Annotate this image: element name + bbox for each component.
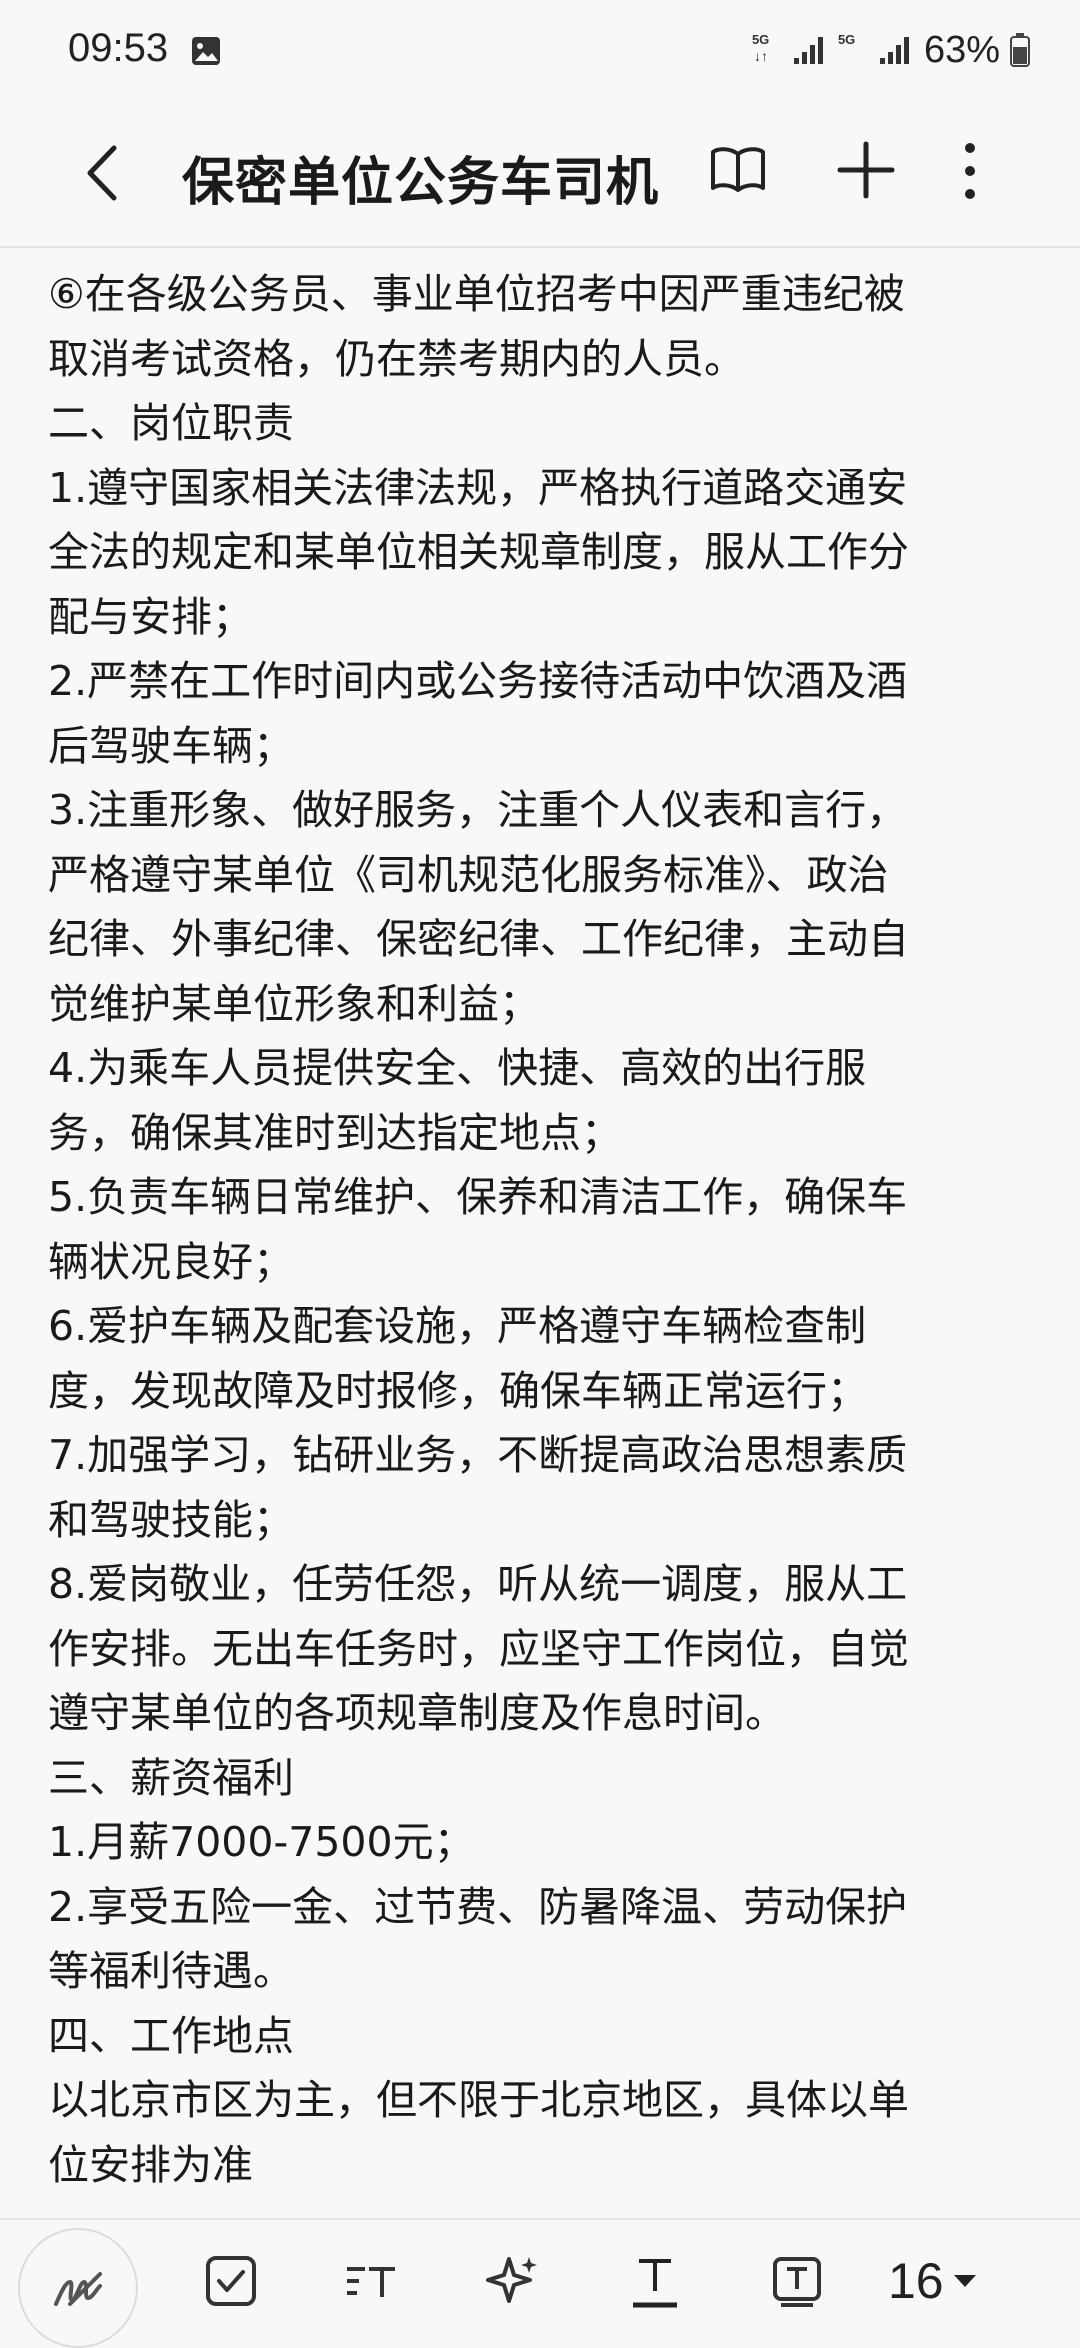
note-line: ⑥在各级公务员、事业单位招考中因严重违纪被 <box>48 270 905 318</box>
ai-sparkle-icon <box>486 2257 537 2303</box>
scrolled-line-remnant <box>48 240 1033 262</box>
status-time: 09:53 <box>68 26 169 70</box>
dropdown-arrow-icon <box>953 2275 976 2287</box>
note-line: 三、薪资福利 <box>48 1753 294 1802</box>
text-style-icon <box>633 2259 677 2308</box>
note-body[interactable]: ⑥在各级公务员、事业单位招考中因严重违纪被 取消考试资格，仍在禁考期内的人员。 二、… <box>48 240 1033 2200</box>
editor-toolbar: 16 <box>0 2218 1080 2348</box>
note-line: 4.为乘车人员提供安全、快捷、高效的出行服 <box>48 1044 867 1092</box>
network-type-5g: 5G ↓↑ <box>751 32 770 64</box>
text-style-button[interactable] <box>618 2244 692 2318</box>
note-line: 和驾驶技能； <box>48 1495 294 1544</box>
back-arrow-icon[interactable] <box>74 138 134 208</box>
note-title: 保密单位公务车司机 <box>182 153 660 213</box>
note-line: 位安排为准 <box>48 2140 253 2189</box>
note-line: 2.严禁在工作时间内或公务接待活动中饮酒及酒 <box>48 657 908 705</box>
status-bar: 09:53 5G ↓↑ 5G 63% <box>0 0 1080 100</box>
note-line: 等福利待遇。 <box>48 1947 294 1995</box>
network-type-5g-2: 5G <box>837 32 856 47</box>
note-line: 二、岗位职责 <box>48 399 294 447</box>
status-icons: 5G ↓↑ 5G 63% <box>752 28 1030 72</box>
note-line: 遵守某单位的各项规章制度及作息时间。 <box>48 1689 786 1737</box>
signal-icon <box>879 37 909 64</box>
gallery-icon <box>192 37 220 65</box>
note-line: 作安排。无出车任务时，应坚守工作岗位，自觉 <box>48 1624 909 1673</box>
note-line: 取消考试资格，仍在禁考期内的人员。 <box>48 334 745 383</box>
note-line: 全法的规定和某单位相关规章制度，服从工作分 <box>48 528 909 576</box>
text-format-icon <box>347 2267 395 2297</box>
note-line: 2.享受五险一金、过节费、防暑降温、劳动保护 <box>48 1882 908 1931</box>
note-line: 度，发现故障及时报修，确保车辆正常运行； <box>48 1366 868 1415</box>
note-header: 保密单位公务车司机 <box>0 100 1080 248</box>
note-line: 后驾驶车辆； <box>48 721 294 770</box>
ai-assist-button[interactable] <box>476 2244 550 2318</box>
handwriting-button[interactable] <box>18 2228 138 2348</box>
note-text: ⑥在各级公务员、事业单位招考中因严重违纪被 取消考试资格，仍在禁考期内的人员。 二、… <box>48 262 1033 2197</box>
note-line: 纪律、外事纪律、保密纪律、工作纪律，主动自 <box>48 915 909 963</box>
note-line: 严格遵守某单位《司机规范化服务标准》、政治 <box>48 850 889 899</box>
note-line: 以北京市区为主，但不限于北京地区，具体以单 <box>48 2076 909 2124</box>
signal-icon <box>793 37 823 64</box>
note-line: 辆状况良好； <box>48 1237 294 1286</box>
font-size-value: 16 <box>888 2253 944 2309</box>
more-vertical-icon[interactable] <box>950 136 990 206</box>
note-line: 务，确保其准时到达指定地点； <box>48 1108 622 1157</box>
note-line: 四、工作地点 <box>48 2011 294 2060</box>
reader-mode-icon[interactable] <box>708 140 768 200</box>
note-line: 配与安排； <box>48 592 253 641</box>
plus-icon[interactable] <box>834 138 898 202</box>
checklist-button[interactable] <box>194 2244 268 2318</box>
note-line: 6.爱护车辆及配套设施，严格遵守车辆检查制 <box>48 1302 867 1350</box>
font-size-selector[interactable]: 16 <box>888 2250 978 2312</box>
data-arrows-icon: ↓↑ <box>753 48 768 64</box>
battery-percentage: 63% <box>923 28 1000 71</box>
note-line: 7.加强学习，钻研业务，不断提高政治思想素质 <box>48 1431 908 1479</box>
note-line: 1.月薪7000-7500元； <box>48 1818 475 1866</box>
text-format-button[interactable] <box>334 2244 408 2318</box>
text-box-button[interactable] <box>760 2244 834 2318</box>
text-box-icon <box>773 2257 821 2307</box>
note-line: 5.负责车辆日常维护、保养和清洁工作，确保车 <box>48 1173 908 1221</box>
note-line: 8.爱岗敬业，任劳任怨，听从统一调度，服从工 <box>48 1560 908 1608</box>
checkbox-icon <box>206 2256 256 2306</box>
note-line: 3.注重形象、做好服务，注重个人仪表和言行， <box>48 786 908 834</box>
note-line: 1.遵守国家相关法律法规，严格执行道路交通安 <box>48 463 908 512</box>
handwriting-pen-icon <box>54 2272 102 2306</box>
battery-icon <box>1010 33 1030 67</box>
note-line: 觉维护某单位形象和利益； <box>48 979 540 1028</box>
